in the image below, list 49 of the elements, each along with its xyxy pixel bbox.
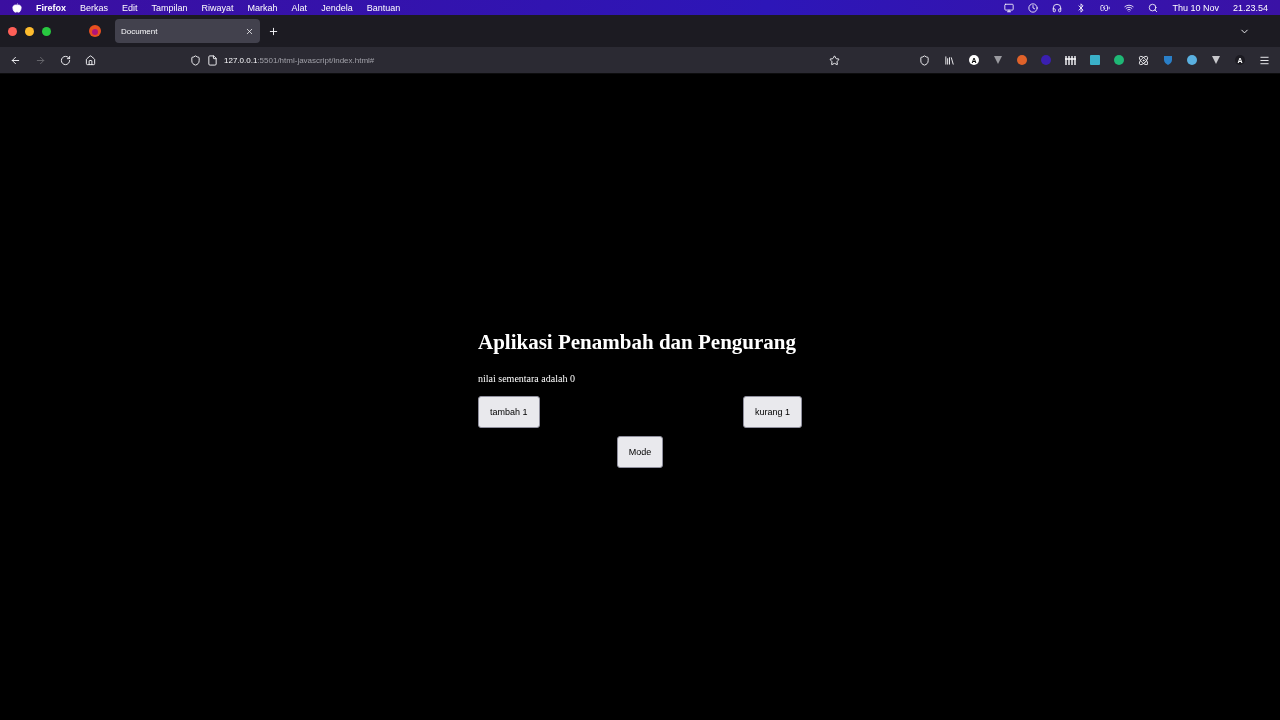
menu-item[interactable]: Riwayat xyxy=(201,2,234,13)
back-icon[interactable] xyxy=(10,54,21,66)
menu-item[interactable]: Bantuan xyxy=(366,2,401,13)
browser-logo-icon[interactable] xyxy=(89,25,101,37)
add-button[interactable]: tambah 1 xyxy=(478,396,540,428)
reload-icon[interactable] xyxy=(60,54,71,66)
search-icon[interactable] xyxy=(1148,2,1159,13)
menu-item[interactable]: Berkas xyxy=(80,2,109,13)
minimize-window-button[interactable] xyxy=(25,26,34,36)
counter-text: nilai sementara adalah 0 xyxy=(478,373,576,384)
bluetooth-icon[interactable] xyxy=(1076,2,1087,13)
extension-icon[interactable] xyxy=(1211,55,1221,65)
app-menu[interactable]: Firefox xyxy=(36,2,66,13)
monitor-icon[interactable] xyxy=(1004,2,1015,13)
address-bar[interactable]: 127.0.0.1:5501/html-javascript/index.html# xyxy=(190,54,840,66)
new-tab-icon[interactable] xyxy=(268,25,279,37)
close-tab-icon[interactable] xyxy=(245,26,254,36)
menu-icon[interactable] xyxy=(1259,54,1270,66)
menu-item[interactable]: Edit xyxy=(122,2,138,13)
clock-icon[interactable] xyxy=(1028,2,1039,13)
extension-icon[interactable] xyxy=(1187,55,1197,65)
close-window-button[interactable] xyxy=(8,26,17,36)
shield-icon[interactable] xyxy=(919,54,930,66)
library-icon[interactable] xyxy=(944,54,955,66)
url-text[interactable]: 127.0.0.1:5501/html-javascript/index.html# xyxy=(224,55,375,65)
wifi-icon[interactable] xyxy=(1124,2,1135,13)
home-icon[interactable] xyxy=(85,54,96,66)
mode-button[interactable]: Mode xyxy=(616,436,664,468)
page-heading: Aplikasi Penambah dan Pengurang xyxy=(478,330,797,355)
shield-icon[interactable] xyxy=(190,54,201,66)
menu-item[interactable]: Tampilan xyxy=(151,2,188,13)
browser-tab[interactable]: Document xyxy=(115,19,260,43)
forward-icon[interactable] xyxy=(35,54,46,66)
menu-item[interactable]: Alat xyxy=(291,2,308,13)
apple-icon[interactable] xyxy=(12,2,22,13)
menu-item[interactable]: Jendela xyxy=(321,2,353,13)
headphones-icon[interactable] xyxy=(1052,2,1063,13)
date-text[interactable]: Thu 10 Nov xyxy=(1172,2,1219,13)
page-icon xyxy=(207,54,218,66)
extension-icon[interactable] xyxy=(1065,55,1076,65)
extension-icon[interactable] xyxy=(1114,55,1124,65)
extension-icon[interactable] xyxy=(993,55,1003,65)
bookmark-star-icon[interactable] xyxy=(829,54,840,66)
maximize-window-button[interactable] xyxy=(42,26,51,36)
menu-item[interactable]: Markah xyxy=(247,2,278,13)
battery-icon[interactable] xyxy=(1100,2,1111,13)
subtract-button[interactable]: kurang 1 xyxy=(742,396,802,428)
time-text[interactable]: 21.23.54 xyxy=(1232,2,1268,13)
atom-icon[interactable] xyxy=(1138,54,1149,66)
